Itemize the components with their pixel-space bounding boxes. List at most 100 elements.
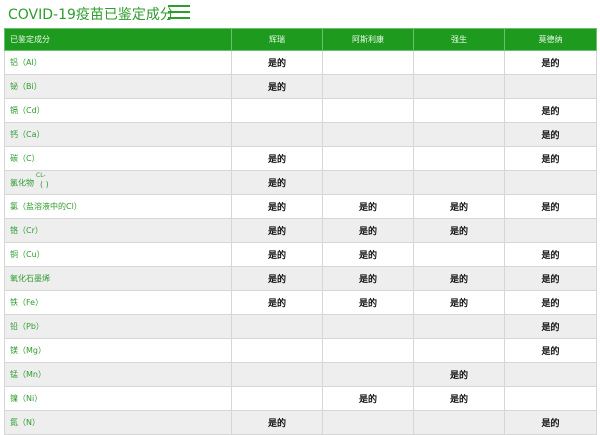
hamburger-menu-icon[interactable] xyxy=(168,4,190,20)
ingredient-name-cell: 碳（C） xyxy=(4,146,232,171)
ingredient-name-cell: 氯（盐溶液中的Cl） xyxy=(4,194,232,219)
value-cell: 是的 xyxy=(413,194,505,219)
ingredient-name-cell: 氮（N） xyxy=(4,410,232,435)
value-cell: 是的 xyxy=(413,362,505,387)
table-row: 钙（Ca） 是的 xyxy=(4,122,597,147)
table-row: 碳（C） 是的 是的 xyxy=(4,146,597,171)
ingredient-name: 锰（Mn） xyxy=(10,370,46,379)
value-cell xyxy=(322,122,414,147)
table-row: 氮（N） 是的 是的 xyxy=(4,410,597,435)
ingredient-name: 铋（Bi） xyxy=(10,82,42,91)
value-cell: 是的 xyxy=(231,170,323,195)
column-header-astrazeneca: 阿斯利康 xyxy=(322,28,414,51)
value-cell xyxy=(504,362,597,387)
ion-notation: CL-( ) xyxy=(34,171,54,191)
value-cell xyxy=(322,74,414,99)
table-row: 氯化物 CL-( ) 是的 xyxy=(4,170,597,195)
value-cell xyxy=(322,170,414,195)
value-cell: 是的 xyxy=(322,218,414,243)
ion-parenthesis: ( ) xyxy=(40,179,49,189)
value-cell xyxy=(504,74,597,99)
table-row: 氯（盐溶液中的Cl） 是的 是的 是的 是的 xyxy=(4,194,597,219)
value-cell: 是的 xyxy=(231,410,323,435)
value-cell: 是的 xyxy=(231,242,323,267)
value-cell: 是的 xyxy=(504,122,597,147)
value-cell xyxy=(322,338,414,363)
ingredient-name: 碳（C） xyxy=(10,154,40,163)
table-row: 铅（Pb） 是的 xyxy=(4,314,597,339)
value-cell xyxy=(231,122,323,147)
value-cell: 是的 xyxy=(504,98,597,123)
ingredient-name-cell: 铁（Fe） xyxy=(4,290,232,315)
value-cell: 是的 xyxy=(504,242,597,267)
value-cell xyxy=(413,314,505,339)
ion-superscript: CL- xyxy=(36,171,46,179)
value-cell xyxy=(231,338,323,363)
ingredient-name-cell: 镉（Cd） xyxy=(4,98,232,123)
value-cell: 是的 xyxy=(504,290,597,315)
value-cell: 是的 xyxy=(322,266,414,291)
ingredient-name: 钙（Ca） xyxy=(10,130,45,139)
value-cell xyxy=(504,218,597,243)
ingredient-name-cell: 锰（Mn） xyxy=(4,362,232,387)
ingredient-name-cell: 镁（Mg） xyxy=(4,338,232,363)
ingredient-name: 铬（Cr） xyxy=(10,226,43,235)
value-cell: 是的 xyxy=(504,194,597,219)
value-cell: 是的 xyxy=(231,50,323,75)
table-row: 锰（Mn） 是的 xyxy=(4,362,597,387)
ingredient-name-cell: 镍（Ni） xyxy=(4,386,232,411)
ingredient-name: 氮（N） xyxy=(10,418,40,427)
value-cell: 是的 xyxy=(322,290,414,315)
ingredient-name-cell: 氧化石墨烯 xyxy=(4,266,232,291)
ingredient-name: 氧化石墨烯 xyxy=(10,274,50,283)
table-row: 镉（Cd） 是的 xyxy=(4,98,597,123)
table-row: 铝（Al） 是的 是的 xyxy=(4,50,597,75)
ingredient-name: 镍（Ni） xyxy=(10,394,43,403)
value-cell: 是的 xyxy=(504,338,597,363)
value-cell xyxy=(413,122,505,147)
column-header-moderna: 莫德纳 xyxy=(504,28,597,51)
value-cell: 是的 xyxy=(231,74,323,99)
value-cell: 是的 xyxy=(413,218,505,243)
ingredient-name: 镁（Mg） xyxy=(10,346,46,355)
value-cell: 是的 xyxy=(504,266,597,291)
value-cell xyxy=(413,170,505,195)
table-row: 铋（Bi） 是的 xyxy=(4,74,597,99)
value-cell xyxy=(322,50,414,75)
value-cell xyxy=(322,314,414,339)
table-row: 铁（Fe） 是的 是的 是的 是的 xyxy=(4,290,597,315)
value-cell xyxy=(413,338,505,363)
value-cell: 是的 xyxy=(504,410,597,435)
value-cell xyxy=(322,146,414,171)
value-cell xyxy=(231,314,323,339)
ingredient-name-cell: 铜（Cu） xyxy=(4,242,232,267)
ingredient-name: 氯（盐溶液中的Cl） xyxy=(10,202,82,211)
value-cell: 是的 xyxy=(322,386,414,411)
ingredient-name-cell: 钙（Ca） xyxy=(4,122,232,147)
value-cell xyxy=(322,362,414,387)
value-cell xyxy=(504,170,597,195)
ingredient-name-cell: 铅（Pb） xyxy=(4,314,232,339)
ingredient-name: 铜（Cu） xyxy=(10,250,45,259)
table-row: 铜（Cu） 是的 是的 是的 xyxy=(4,242,597,267)
value-cell xyxy=(413,146,505,171)
ingredient-name-cell: 氯化物 CL-( ) xyxy=(4,170,232,195)
menu-bar xyxy=(168,17,190,19)
value-cell: 是的 xyxy=(231,146,323,171)
value-cell: 是的 xyxy=(413,386,505,411)
column-header-jnj: 强生 xyxy=(413,28,505,51)
column-header-ingredient: 已鉴定成分 xyxy=(4,28,232,51)
value-cell: 是的 xyxy=(231,218,323,243)
value-cell xyxy=(413,74,505,99)
menu-bar xyxy=(168,11,190,13)
table-row: 铬（Cr） 是的 是的 是的 xyxy=(4,218,597,243)
table-row: 镍（Ni） 是的 是的 xyxy=(4,386,597,411)
value-cell: 是的 xyxy=(231,266,323,291)
value-cell xyxy=(413,50,505,75)
ingredient-name: 铝（Al） xyxy=(10,58,42,67)
value-cell: 是的 xyxy=(322,194,414,219)
value-cell xyxy=(413,98,505,123)
value-cell xyxy=(231,98,323,123)
table-row: 氧化石墨烯 是的 是的 是的 是的 xyxy=(4,266,597,291)
value-cell xyxy=(322,98,414,123)
